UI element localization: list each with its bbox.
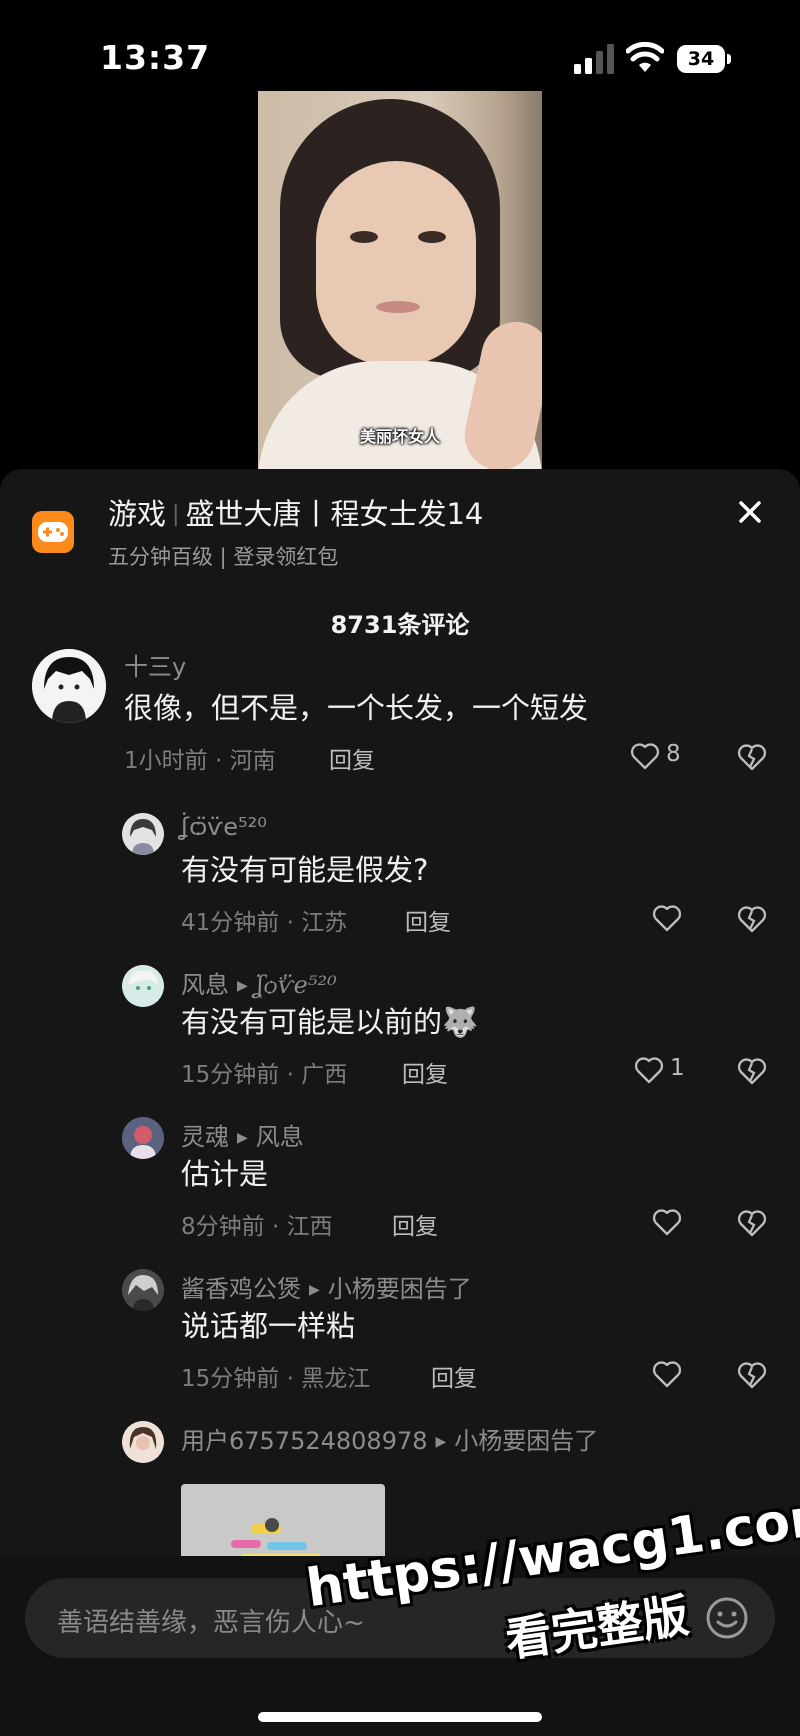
comment-meta: 8分钟前 · 江西 [181,1214,333,1240]
comment-username-line: 酱香鸡公煲 ▶ 小杨要困告了 [181,1275,472,1303]
wifi-icon [626,42,664,72]
avatar[interactable] [122,1269,164,1311]
comment-username[interactable]: 酱香鸡公煲 [181,1275,301,1303]
at-icon[interactable] [647,1598,687,1638]
comment-meta: 1小时前 · 河南 [124,748,276,774]
comment-text: 很像，但不是，一个长发，一个短发 [124,691,589,725]
reply-button[interactable]: 回复 [329,741,375,775]
reply-button[interactable]: 回复 [392,1207,438,1241]
signal-icon [574,44,614,74]
reply-to-username[interactable]: 小杨要困告了 [328,1275,472,1303]
reply-to-username[interactable]: ʆ̇ѻ̈ѵ̈e⁵²⁰ [256,971,337,999]
game-category: 游戏 [108,497,167,531]
comment-username[interactable]: 十三y [124,647,186,682]
comment-username-line: 风息 ▶ ʆ̇ѻ̈ѵ̈e⁵²⁰ [181,971,337,999]
emoji-sticker: 🐺 [442,1005,479,1039]
comment-username-line: 灵魂 ▶ 风息 [181,1123,304,1151]
comment-text-line: 有没有可能是以前的🐺 [181,999,478,1041]
like-count: 1 [670,1055,685,1081]
comment-username-line: 用户6757524808978 ▶ 小杨要困告了 [181,1427,599,1455]
comment-sheet: 游戏 | 盛世大唐丨程女士发14 五分钟百级 | 登录领红包 8731条评论 十三y… [0,469,800,1736]
heart-icon [630,743,660,770]
comment-username[interactable]: 用户6757524808978 [181,1427,428,1455]
like-count: 8 [666,741,681,767]
comment-input[interactable]: 善语结善缘，恶言伤人心~ [25,1578,775,1658]
comment-count: 8731条评论 [330,611,470,639]
heart-icon [652,905,682,932]
status-bar: 13:37 34 [0,0,800,100]
video-caption: 美丽坏女人 [359,427,440,446]
avatar[interactable] [122,1117,164,1159]
battery-icon: 34 [677,45,731,73]
avatar[interactable] [122,813,164,855]
game-name: 盛世大唐丨程女士发14 [185,497,484,531]
comment-text: 说话都一样粘 [181,1309,356,1343]
reply-button[interactable]: 回复 [405,903,451,937]
game-controller-icon[interactable] [32,511,74,553]
reply-button[interactable]: 回复 [431,1359,477,1393]
comment-text: 有没有可能是以前的 [181,1005,443,1039]
broken-heart-icon[interactable] [737,1360,767,1390]
video-preview[interactable]: 美丽坏女人 [258,91,542,469]
reply-to-username[interactable]: 风息 [256,1123,304,1151]
broken-heart-icon[interactable] [737,1056,767,1086]
reply-button[interactable]: 回复 [402,1055,448,1089]
comment-meta: 15分钟前 · 广西 [181,1062,348,1088]
heart-icon [652,1209,682,1236]
comment-meta: 41分钟前 · 江苏 [181,910,348,936]
status-time: 13:37 [100,38,211,77]
home-indicator [258,1712,542,1722]
broken-heart-icon[interactable] [737,742,767,772]
heart-icon [634,1057,664,1084]
avatar[interactable] [32,649,106,723]
broken-heart-icon[interactable] [737,904,767,934]
comment-meta: 15分钟前 · 黑龙江 [181,1366,371,1392]
game-banner-subtitle[interactable]: 五分钟百级 | 登录领红包 [108,541,338,571]
comment-text: 估计是 [181,1157,269,1191]
close-icon[interactable] [735,497,765,527]
broken-heart-icon[interactable] [737,1208,767,1238]
comment-text: 有没有可能是假发? [181,853,429,887]
heart-icon [652,1361,682,1388]
comment-username[interactable]: ʆ̇ѻ̈ѵ̈e⁵²⁰ [181,813,267,841]
reply-to-username[interactable]: 小杨要困告了 [454,1427,598,1455]
bottom-input-bar: 善语结善缘，恶言伤人心~ [0,1556,800,1736]
avatar[interactable] [122,965,164,1007]
emoji-icon[interactable] [705,1596,749,1640]
avatar[interactable] [122,1421,164,1463]
battery-level: 34 [677,45,725,73]
comment-username[interactable]: 风息 [181,971,229,999]
comment-input-placeholder: 善语结善缘，恶言伤人心~ [57,1608,365,1638]
comment-username[interactable]: 灵魂 [181,1123,229,1151]
game-banner-title[interactable]: 游戏 | 盛世大唐丨程女士发14 [108,491,483,533]
